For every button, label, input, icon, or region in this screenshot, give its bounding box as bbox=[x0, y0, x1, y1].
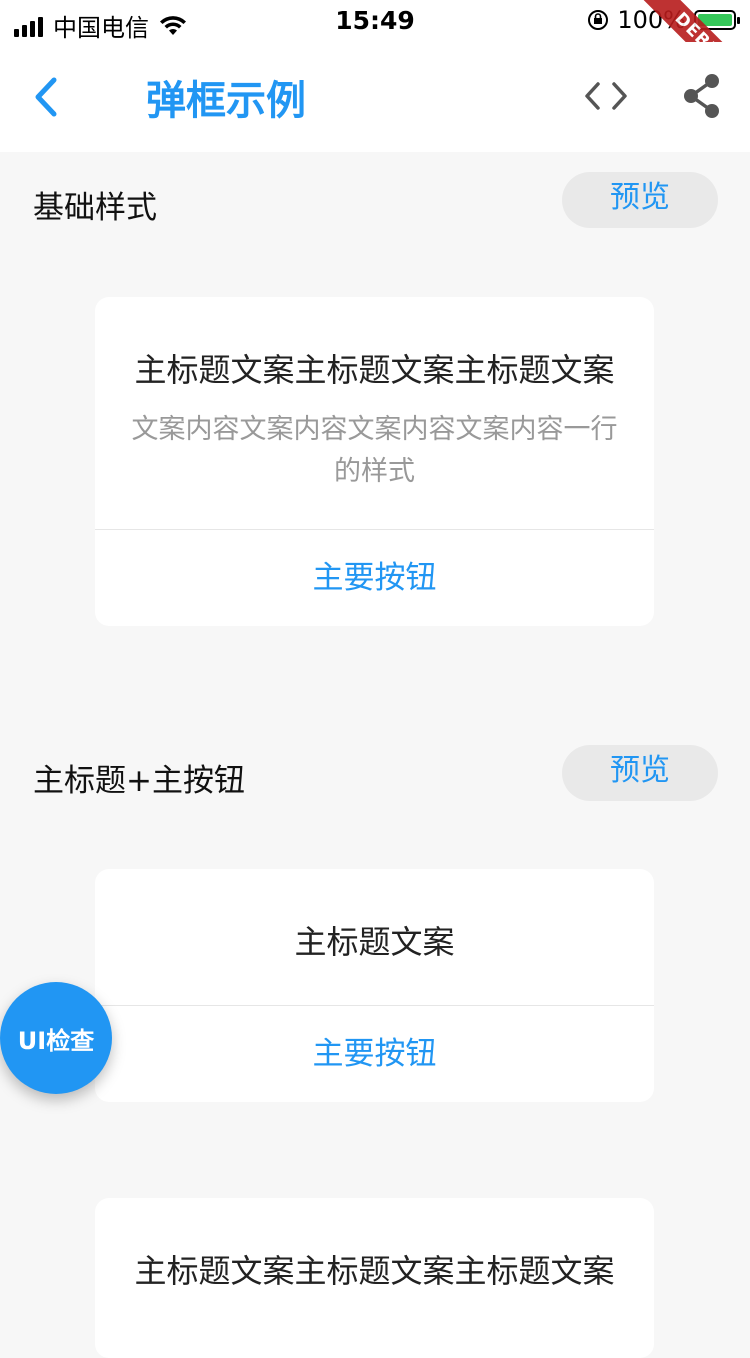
page-title: 弹框示例 bbox=[146, 78, 306, 124]
dialog-content: 文案内容文案内容文案内容文案内容一行的样式 bbox=[131, 414, 618, 487]
dialog-card-partial: 主标题文案主标题文案主标题文案 bbox=[95, 1198, 654, 1358]
dialog-primary-button[interactable]: 主要按钮 bbox=[95, 530, 654, 626]
code-icon[interactable] bbox=[582, 76, 630, 116]
dialog-title: 主标题文案主标题文案主标题文案 bbox=[134, 1252, 615, 1290]
ui-check-button[interactable]: UI检查 bbox=[0, 982, 112, 1094]
preview-button-basic[interactable]: 预览 bbox=[562, 172, 718, 228]
dialog-primary-button[interactable]: 主要按钮 bbox=[95, 1006, 654, 1102]
dialog-card-title-button: 主标题文案 主要按钮 bbox=[95, 869, 654, 1102]
orientation-lock-icon bbox=[588, 10, 609, 30]
preview-button-title-button[interactable]: 预览 bbox=[562, 745, 718, 801]
dialog-card-basic: 主标题文案主标题文案主标题文案 文案内容文案内容文案内容文案内容一行的样式 主要… bbox=[95, 297, 654, 626]
status-bar: 中国电信 15:49 100% bbox=[0, 0, 750, 42]
share-icon[interactable] bbox=[680, 72, 724, 120]
dialog-title: 主标题文案 bbox=[294, 923, 455, 961]
dialog-title: 主标题文案主标题文案主标题文案 bbox=[134, 351, 615, 389]
navigation-bar: 弹框示例 bbox=[0, 42, 750, 152]
section-title-title-button: 主标题+主按钮 bbox=[33, 763, 245, 799]
chevron-left-icon[interactable] bbox=[28, 72, 68, 122]
section-title-basic: 基础样式 bbox=[33, 190, 157, 226]
